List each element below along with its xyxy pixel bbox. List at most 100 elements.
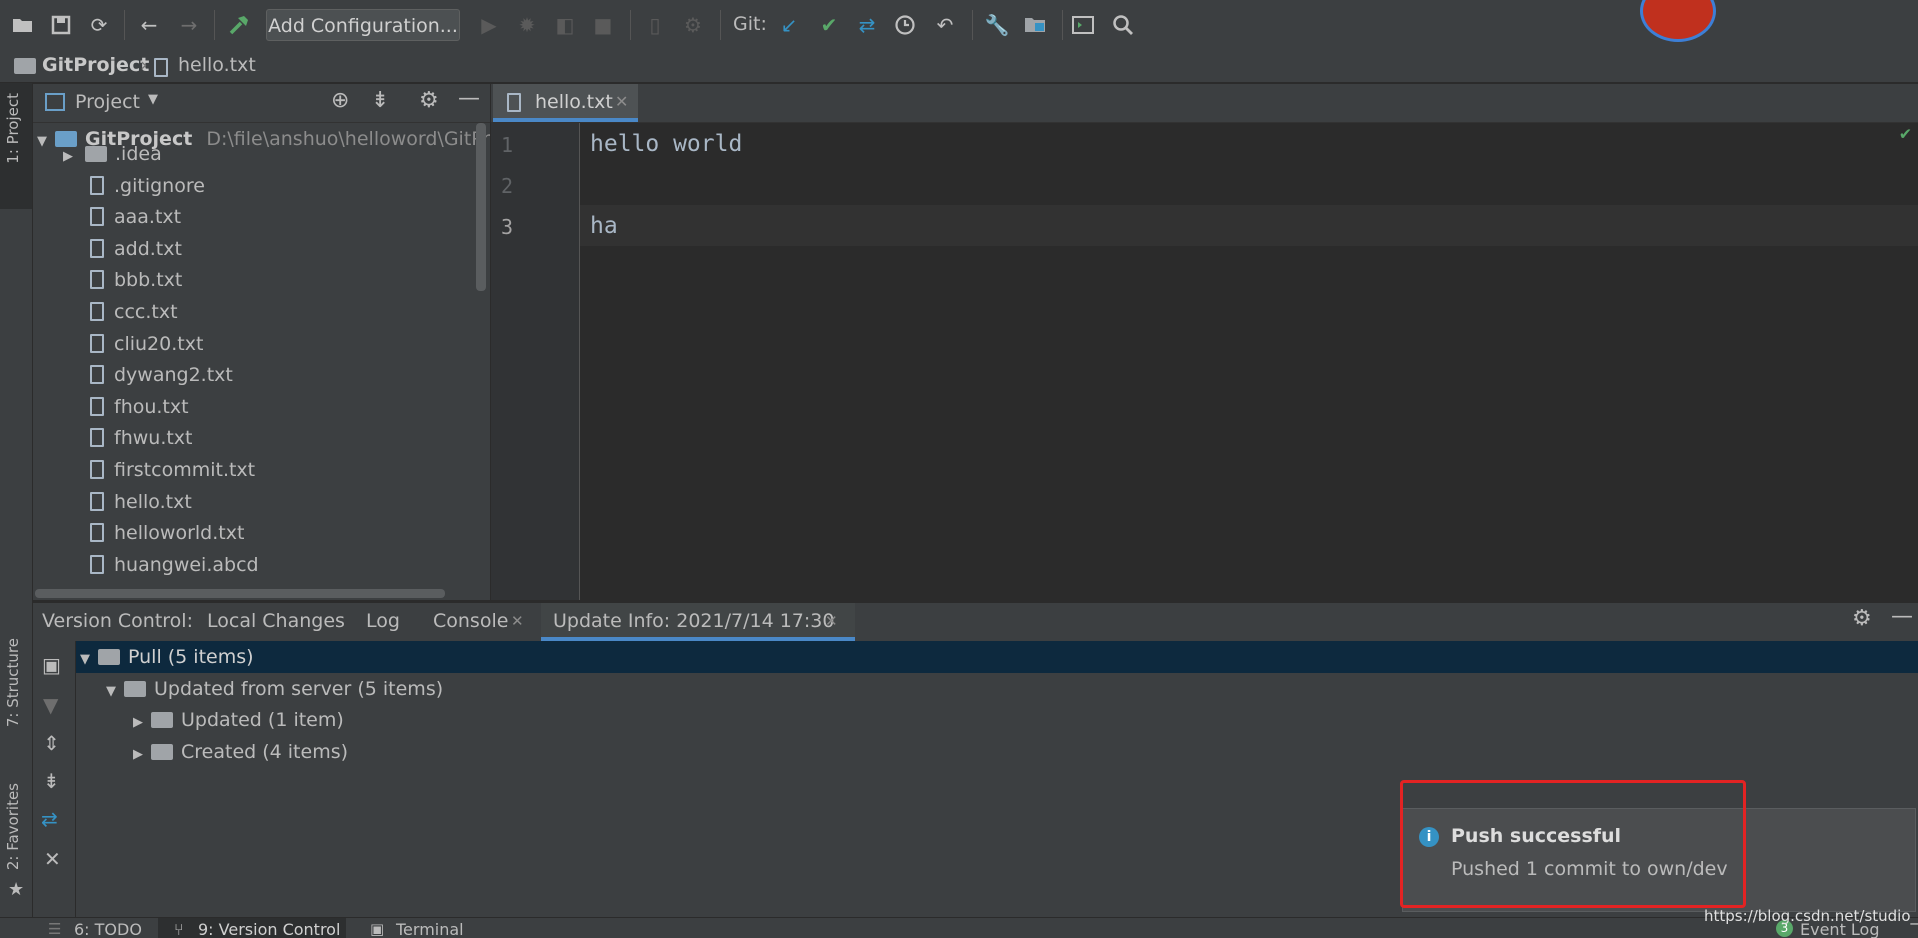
tree-node-created[interactable]: ▶ Created (4 items) (133, 736, 348, 768)
status-tab-terminal[interactable]: Terminal (396, 920, 464, 938)
tree-file-item[interactable]: helloworld.txt (90, 517, 244, 549)
tool-tab-project[interactable]: 1: Project (4, 93, 22, 164)
tab-log[interactable]: Log (366, 610, 400, 632)
file-icon (90, 238, 104, 258)
file-icon (90, 460, 104, 479)
tree-file-item[interactable]: add.txt (90, 233, 182, 265)
filter-icon[interactable]: ▼ (43, 693, 58, 717)
add-configuration-button[interactable]: Add Configuration... (266, 9, 460, 41)
collapse-all-icon[interactable]: ⇟ (43, 769, 60, 793)
collapse-all-icon[interactable]: ⇟ (371, 88, 389, 113)
back-arrow-icon[interactable]: ← (136, 12, 162, 38)
breadcrumb-separator-icon: › (140, 54, 148, 76)
tree-item-label: fhwu.txt (114, 427, 193, 450)
settings-wrench-icon[interactable]: 🔧 (984, 12, 1010, 38)
editor-gutter: 1 2 3 (491, 123, 580, 600)
compare-icon[interactable]: ⇄ (41, 807, 58, 831)
forward-arrow-icon[interactable]: → (176, 12, 202, 38)
close-tab-icon[interactable]: ✕ (615, 92, 628, 111)
save-icon[interactable] (48, 12, 74, 38)
project-structure-icon[interactable] (1022, 12, 1048, 38)
tree-file-item[interactable]: aaa.txt (90, 201, 181, 233)
file-icon (90, 175, 104, 195)
tree-file-item[interactable]: huangwei.abcd (90, 549, 259, 581)
tree-file-item[interactable]: hello.txt (90, 486, 192, 518)
tree-folder-item[interactable]: ▶ .idea (63, 138, 162, 170)
gear-icon[interactable]: ⚙ (419, 88, 439, 113)
project-view-title[interactable]: Project (75, 91, 140, 113)
git-commit-check-icon[interactable]: ✔ (816, 12, 842, 38)
tree-file-item[interactable]: .gitignore (90, 170, 205, 202)
close-icon[interactable]: ✕ (44, 847, 61, 871)
tree-item-label: dywang2.txt (114, 364, 233, 387)
stop-icon[interactable]: ■ (590, 12, 616, 38)
inspection-ok-check-icon[interactable]: ✔ (1900, 123, 1911, 144)
file-icon (90, 428, 104, 448)
chevron-down-icon[interactable]: ▼ (148, 92, 158, 107)
sync-icon[interactable]: ⟳ (86, 12, 112, 38)
file-icon (90, 554, 104, 574)
tab-local-changes[interactable]: Local Changes (207, 610, 345, 632)
editor-tab-hello[interactable]: hello.txt ✕ (493, 84, 638, 122)
tree-file-item[interactable]: dywang2.txt (90, 359, 233, 391)
build-hammer-icon[interactable] (226, 12, 252, 38)
tree-node-pull[interactable]: ▼ Pull (5 items) (80, 641, 254, 673)
tree-file-item[interactable]: bbb.txt (90, 264, 182, 296)
vertical-scrollbar[interactable] (476, 123, 486, 291)
tree-file-item[interactable]: ccc.txt (90, 296, 178, 328)
tree-item-label: fhou.txt (114, 395, 189, 418)
git-compare-icon[interactable]: ⇄ (854, 12, 880, 38)
file-icon (90, 207, 104, 227)
profile-icon[interactable]: ⚙ (680, 12, 706, 38)
tree-file-item[interactable]: firstcommit.txt (90, 454, 255, 486)
git-update-icon[interactable]: ↙ (776, 12, 802, 38)
locate-crosshair-icon[interactable]: ⊕ (331, 88, 349, 113)
avatar[interactable] (1640, 0, 1716, 42)
rollback-icon[interactable]: ↶ (932, 12, 958, 38)
file-icon (90, 396, 104, 416)
coverage-icon[interactable]: ◧ (552, 12, 578, 38)
search-icon[interactable] (1110, 12, 1136, 38)
code-line-3: ha (590, 213, 618, 239)
red-highlight-box (1400, 780, 1746, 908)
status-tab-todo[interactable]: 6: TODO (74, 920, 142, 938)
tree-file-item[interactable]: fhou.txt (90, 391, 189, 423)
tree-file-item[interactable]: fhwu.txt (90, 422, 193, 454)
status-tab-version-control[interactable]: 9: Version Control (198, 920, 340, 938)
tree-item-label: cliu20.txt (114, 332, 204, 355)
history-clock-icon[interactable] (892, 12, 918, 38)
tree-item-label: firstcommit.txt (114, 459, 256, 481)
horizontal-scrollbar[interactable] (35, 589, 445, 598)
gear-icon[interactable]: ⚙ (1852, 606, 1872, 631)
editor-tab-bar: hello.txt ✕ (491, 84, 1918, 123)
code-editor[interactable]: hello world ha ✔ (580, 123, 1918, 600)
group-by-icon[interactable]: ▣ (42, 653, 61, 677)
tab-console[interactable]: Console (433, 610, 508, 632)
run-icon[interactable]: ▶ (476, 12, 502, 38)
root-path: D:\file\anshuo\helloword\GitProjec (206, 128, 490, 150)
open-folder-icon[interactable] (10, 12, 36, 38)
minimize-icon[interactable]: — (458, 86, 480, 111)
minimize-icon[interactable]: — (1891, 604, 1913, 629)
tool-tab-structure[interactable]: 7: Structure (4, 638, 22, 727)
project-panel-header: Project ▼ ⊕ ⇟ ⚙ — (33, 84, 490, 123)
tree-item-label: add.txt (114, 237, 182, 260)
tree-node-updated[interactable]: ▶ Updated (1 item) (133, 704, 344, 736)
attach-debugger-icon[interactable]: ▯ (642, 12, 668, 38)
expand-all-icon[interactable]: ⇕ (43, 731, 60, 755)
breadcrumb-project[interactable]: GitProject (42, 54, 149, 76)
tree-node-updated-from-server[interactable]: ▼ Updated from server (5 items) (106, 673, 443, 705)
file-icon (90, 491, 104, 511)
file-icon (90, 302, 104, 321)
file-icon (90, 365, 104, 385)
breadcrumb-file[interactable]: hello.txt (178, 54, 256, 76)
tool-tab-favorites[interactable]: 2: Favorites (4, 783, 22, 870)
tree-file-item[interactable]: cliu20.txt (90, 328, 203, 360)
collapsed-arrow-icon[interactable]: ▶ (63, 149, 73, 164)
terminal-window-icon[interactable] (1070, 12, 1096, 38)
tab-update-info[interactable]: Update Info: 2021/7/14 17:30 ✕ (541, 603, 855, 641)
close-console-icon[interactable]: ✕ (511, 612, 524, 630)
editor-tab-label: hello.txt (535, 91, 613, 113)
close-update-info-icon[interactable]: ✕ (825, 612, 838, 630)
debug-icon[interactable]: ✹ (514, 12, 540, 38)
